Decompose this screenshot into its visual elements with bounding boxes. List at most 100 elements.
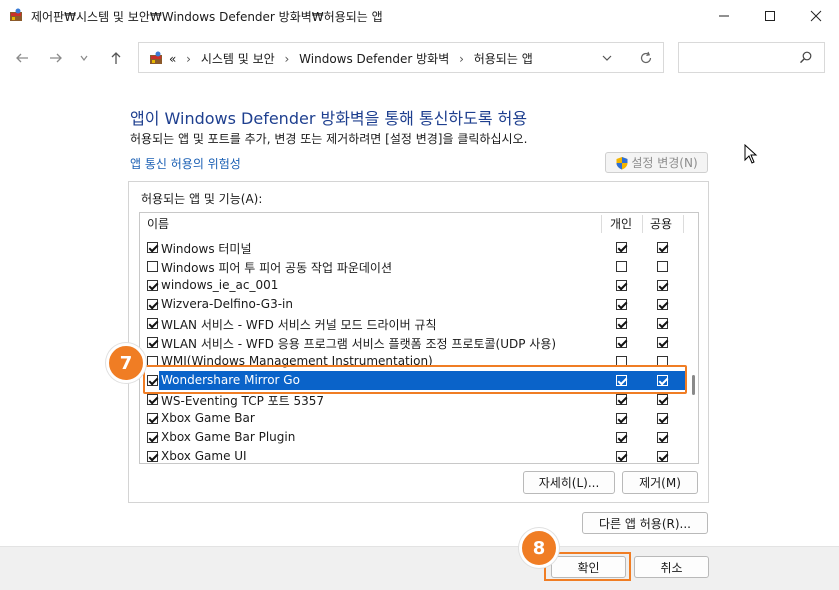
control-panel-icon	[10, 8, 22, 21]
app-enabled-checkbox[interactable]	[147, 318, 158, 329]
scrollbar-thumb[interactable]	[692, 375, 695, 395]
private-network-checkbox[interactable]	[616, 242, 627, 253]
remove-button[interactable]: 제거(M)	[622, 471, 698, 494]
details-button[interactable]: 자세히(L)...	[523, 471, 615, 494]
up-button[interactable]	[104, 46, 128, 70]
refresh-icon[interactable]	[639, 51, 653, 65]
breadcrumb-system-security[interactable]: 시스템 및 보안	[201, 52, 275, 66]
public-network-checkbox[interactable]	[657, 261, 668, 272]
risk-link[interactable]: 앱 통신 허용의 위험성	[130, 155, 241, 172]
minimize-icon	[719, 15, 729, 17]
private-network-checkbox[interactable]	[616, 337, 627, 348]
column-header-name[interactable]: 이름	[147, 213, 169, 235]
dialog-footer	[0, 546, 839, 590]
close-icon	[810, 10, 822, 22]
breadcrumb-allowed-apps[interactable]: 허용되는 앱	[474, 52, 533, 66]
public-network-checkbox[interactable]	[657, 337, 668, 348]
app-row[interactable]: Windows 터미널	[140, 238, 689, 257]
allowed-apps-label: 허용되는 앱 및 기능(A):	[141, 192, 263, 206]
app-name: WLAN 서비스 - WFD 응용 프로그램 서비스 플랫폼 조정 프로토콜(U…	[161, 337, 557, 351]
public-network-checkbox[interactable]	[657, 318, 668, 329]
title-bar: 제어판₩시스템 및 보안₩Windows Defender 방화벽₩허용되는 앱	[0, 0, 839, 32]
step-badge-7: 7	[106, 343, 146, 383]
app-enabled-checkbox[interactable]	[147, 432, 158, 443]
search-icon	[800, 51, 812, 64]
public-network-checkbox[interactable]	[657, 394, 668, 405]
breadcrumb-separator: ›	[459, 52, 464, 66]
maximize-button[interactable]	[747, 0, 793, 32]
control-panel-icon	[150, 51, 162, 64]
app-enabled-checkbox[interactable]	[147, 242, 158, 253]
breadcrumb-overflow[interactable]: «	[169, 52, 176, 66]
app-name: WS-Eventing TCP 포트 5357	[161, 394, 325, 408]
breadcrumb-firewall[interactable]: Windows Defender 방화벽	[299, 52, 449, 66]
column-divider[interactable]	[642, 215, 643, 233]
arrow-right-icon	[50, 53, 62, 63]
app-enabled-checkbox[interactable]	[147, 413, 158, 424]
public-network-checkbox[interactable]	[657, 413, 668, 424]
private-network-checkbox[interactable]	[616, 432, 627, 443]
private-network-checkbox[interactable]	[616, 451, 627, 462]
forward-button[interactable]	[44, 46, 68, 70]
chevron-down-icon[interactable]	[602, 54, 612, 62]
public-network-checkbox[interactable]	[657, 432, 668, 443]
public-network-checkbox[interactable]	[657, 299, 668, 310]
search-input[interactable]	[678, 42, 825, 73]
page-description: 허용되는 앱 및 포트를 추가, 변경 또는 제거하려면 [설정 변경]을 클릭…	[130, 132, 528, 146]
public-network-checkbox[interactable]	[657, 280, 668, 291]
app-name: Xbox Game Bar Plugin	[161, 430, 296, 444]
allow-other-app-button[interactable]: 다른 앱 허용(R)...	[582, 512, 708, 534]
vertical-scrollbar[interactable]	[689, 235, 698, 463]
breadcrumb-separator: ›	[186, 52, 191, 66]
private-network-checkbox[interactable]	[616, 394, 627, 405]
app-enabled-checkbox[interactable]	[147, 280, 158, 291]
breadcrumb: « › 시스템 및 보안 › Windows Defender 방화벽 › 허용…	[169, 50, 533, 67]
app-name: Xbox Game UI	[161, 449, 247, 463]
app-name: windows_ie_ac_001	[161, 278, 279, 292]
shield-icon	[616, 156, 628, 169]
step-badge-8: 8	[519, 528, 559, 568]
app-row[interactable]: WLAN 서비스 - WFD 서비스 커널 모드 드라이버 규칙	[140, 314, 689, 333]
back-button[interactable]	[10, 46, 34, 70]
app-row[interactable]: Xbox Game UI	[140, 447, 689, 463]
private-network-checkbox[interactable]	[616, 261, 627, 272]
minimize-button[interactable]	[701, 0, 747, 32]
app-row[interactable]: Wizvera-Delfino-G3-in	[140, 295, 689, 314]
navigation-bar: « › 시스템 및 보안 › Windows Defender 방화벽 › 허용…	[0, 32, 839, 84]
column-divider[interactable]	[601, 215, 602, 233]
private-network-checkbox[interactable]	[616, 318, 627, 329]
app-enabled-checkbox[interactable]	[147, 337, 158, 348]
cancel-button[interactable]: 취소	[634, 556, 709, 578]
public-network-checkbox[interactable]	[657, 451, 668, 462]
app-row[interactable]: Windows 피어 투 피어 공동 작업 파운데이션	[140, 257, 689, 276]
private-network-checkbox[interactable]	[616, 299, 627, 310]
app-row[interactable]: Xbox Game Bar	[140, 409, 689, 428]
app-enabled-checkbox[interactable]	[147, 261, 158, 272]
private-network-checkbox[interactable]	[616, 280, 627, 291]
app-name: Xbox Game Bar	[161, 411, 255, 425]
app-row[interactable]: Xbox Game Bar Plugin	[140, 428, 689, 447]
chevron-down-icon	[80, 55, 88, 61]
app-name: Windows 터미널	[161, 242, 252, 256]
arrow-left-icon	[16, 53, 28, 63]
column-header-public[interactable]: 공용	[650, 213, 672, 235]
app-enabled-checkbox[interactable]	[147, 451, 158, 462]
address-bar[interactable]: « › 시스템 및 보안 › Windows Defender 방화벽 › 허용…	[138, 42, 664, 73]
arrow-up-icon	[111, 52, 121, 64]
recent-locations-button[interactable]	[76, 46, 92, 70]
app-name: Windows 피어 투 피어 공동 작업 파운데이션	[161, 261, 393, 275]
mouse-cursor-icon	[744, 144, 758, 164]
public-network-checkbox[interactable]	[657, 242, 668, 253]
private-network-checkbox[interactable]	[616, 413, 627, 424]
allowed-apps-list[interactable]: 이름 개인 공용 Windows 터미널 Windows 피어 투 피어 공동 작…	[139, 212, 699, 464]
app-enabled-checkbox[interactable]	[147, 299, 158, 310]
change-settings-button[interactable]: 설정 변경(N)	[605, 152, 708, 173]
app-name: Wizvera-Delfino-G3-in	[161, 297, 293, 311]
close-button[interactable]	[793, 0, 839, 32]
app-row[interactable]: windows_ie_ac_001	[140, 276, 689, 295]
app-row[interactable]: WLAN 서비스 - WFD 응용 프로그램 서비스 플랫폼 조정 프로토콜(U…	[140, 333, 689, 352]
change-settings-label: 설정 변경(N)	[631, 156, 698, 170]
column-header-private[interactable]: 개인	[610, 213, 632, 235]
column-divider[interactable]	[683, 215, 684, 233]
app-enabled-checkbox[interactable]	[147, 394, 158, 405]
